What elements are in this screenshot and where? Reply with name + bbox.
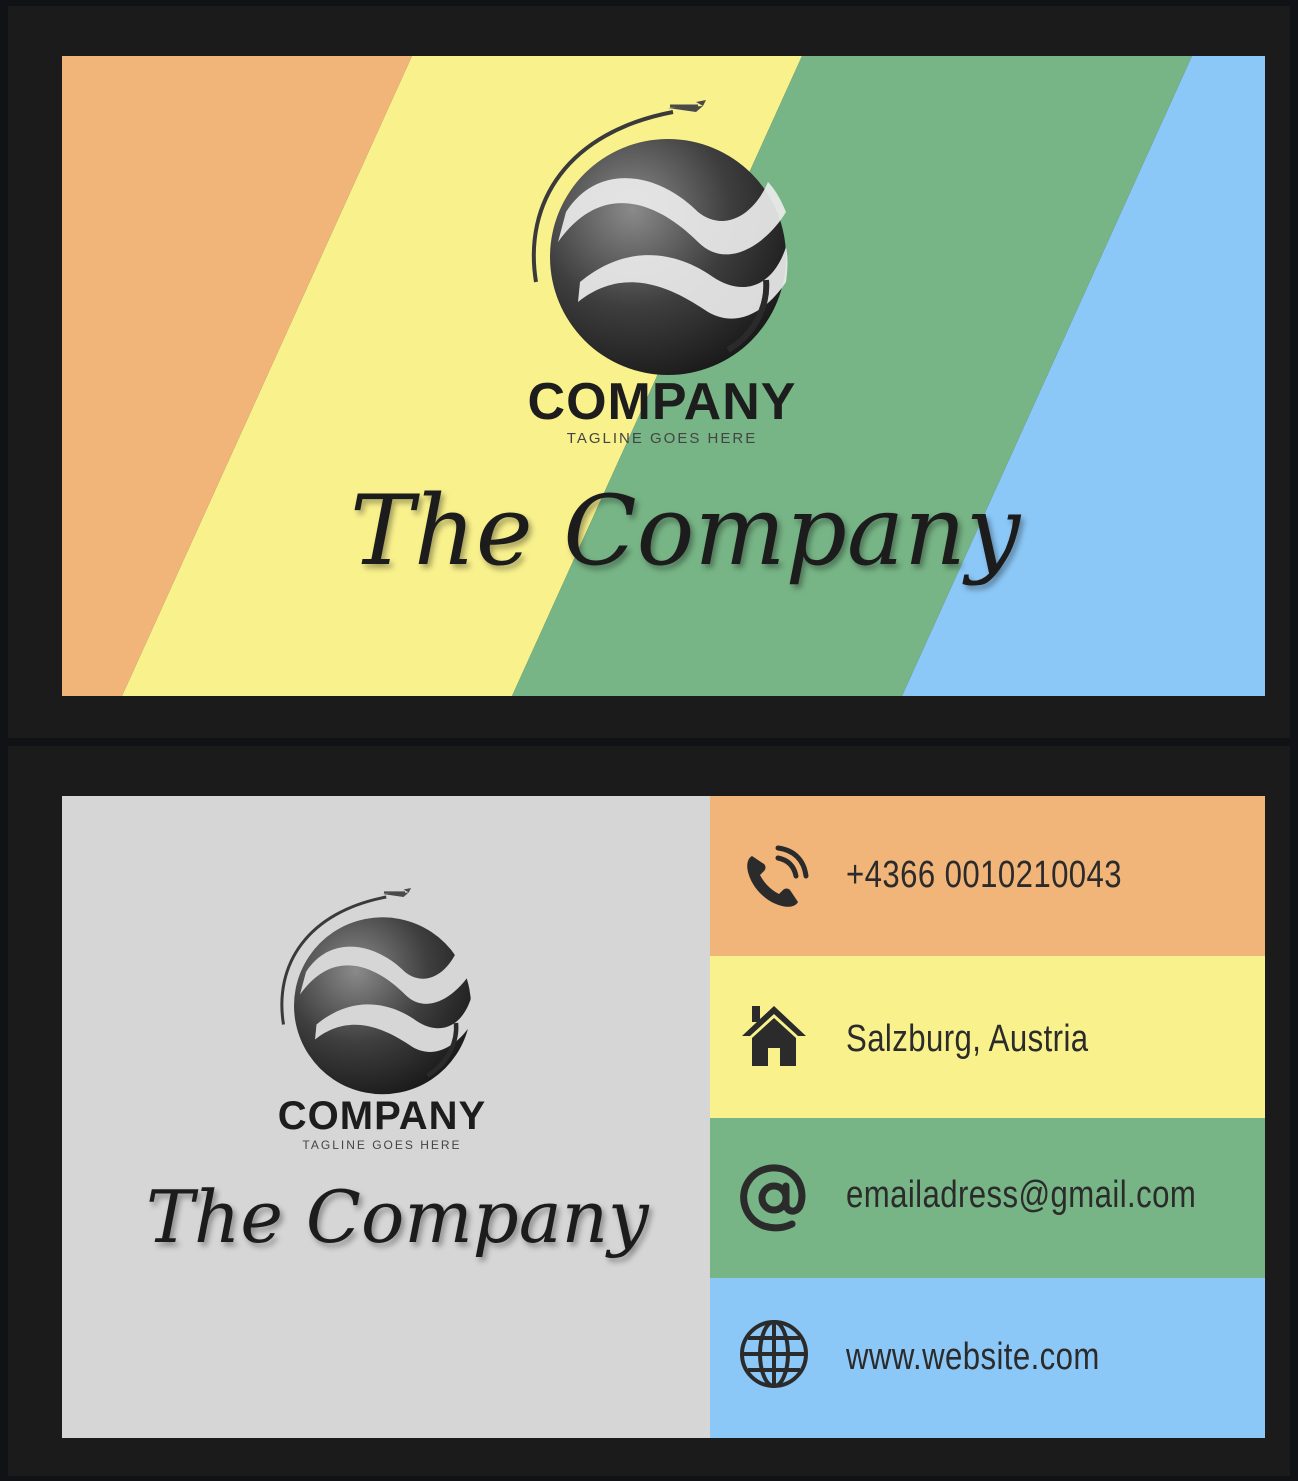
brand-tagline: TAGLINE GOES HERE <box>302 1138 462 1152</box>
script-company-title: The Company <box>146 1175 649 1259</box>
contact-row-email: emailadress@gmail.com <box>710 1118 1265 1278</box>
company-logo-mark <box>518 92 798 375</box>
brand-name: COMPANY <box>277 1094 487 1138</box>
phone-number: +4366 0010210043 <box>846 854 1123 896</box>
script-company-title: The Company <box>350 475 1021 587</box>
brand-name: COMPANY <box>527 373 797 431</box>
globe-icon <box>738 1318 810 1390</box>
contact-row-phone: +4366 0010210043 <box>710 796 1265 956</box>
at-icon <box>738 1162 810 1234</box>
phone-icon <box>738 844 810 916</box>
front-wordmark: COMPANY TAGLINE GOES HERE <box>462 374 862 448</box>
email-address: emailadress@gmail.com <box>846 1174 1197 1216</box>
business-card-front: COMPANY TAGLINE GOES HERE The Company <box>62 56 1265 696</box>
company-logo-mark <box>270 882 480 1095</box>
back-wordmark: COMPANY TAGLINE GOES HERE <box>232 1094 532 1152</box>
address-text: Salzburg, Austria <box>846 1018 1089 1060</box>
contact-info-panel: +4366 0010210043 Salzburg, Austria email… <box>710 796 1265 1438</box>
brand-tagline: TAGLINE GOES HERE <box>566 430 758 447</box>
home-icon <box>738 1000 810 1072</box>
page: COMPANY TAGLINE GOES HERE The Company CO… <box>0 0 1298 1481</box>
website-url: www.website.com <box>846 1336 1100 1378</box>
business-card-back: COMPANY TAGLINE GOES HERE The Company +4… <box>62 796 1265 1438</box>
contact-row-address: Salzburg, Austria <box>710 956 1265 1118</box>
contact-row-website: www.website.com <box>710 1278 1265 1438</box>
